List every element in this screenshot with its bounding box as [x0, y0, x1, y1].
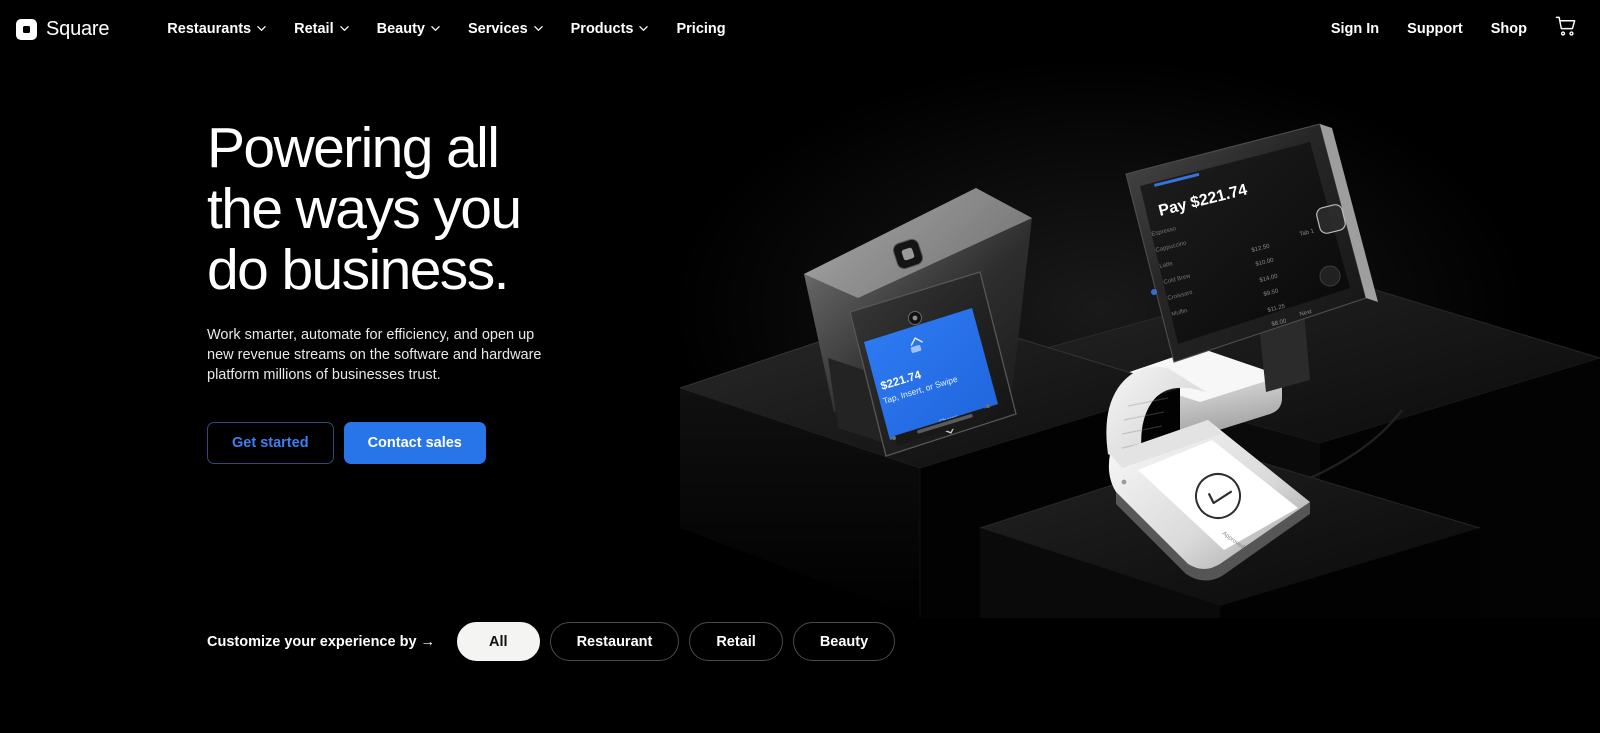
nav-item-label: Beauty: [376, 21, 425, 37]
nav-item-label: Retail: [294, 21, 334, 37]
hero-section: Powering all the ways you do business. W…: [207, 118, 727, 464]
hero-product-photo: Pay $221.74 Espresso Cappuccino Latte Co…: [620, 58, 1600, 618]
chevron-down-icon: [257, 24, 266, 33]
filter-pill-all[interactable]: All: [457, 622, 540, 661]
filter-pill-restaurant[interactable]: Restaurant: [549, 622, 680, 661]
filter-pill-beauty[interactable]: Beauty: [792, 622, 896, 661]
chevron-down-icon: [639, 24, 649, 33]
nav-item-label: Products: [570, 21, 634, 37]
contact-sales-button[interactable]: Contact sales: [343, 422, 486, 464]
filter-bar-label: Customize your experience by →: [207, 633, 436, 650]
brand-name: Square: [46, 17, 110, 40]
cart-button[interactable]: [1541, 9, 1586, 49]
nav-item-sign-in[interactable]: Sign In: [1317, 15, 1393, 43]
nav-item-services[interactable]: Services: [454, 15, 557, 43]
hero-cta-group: Get started Contact sales: [207, 422, 727, 464]
nav-item-label: Restaurants: [167, 21, 252, 37]
nav-item-label: Pricing: [676, 21, 726, 37]
hero-subtitle: Work smarter, automate for efficiency, a…: [207, 327, 542, 383]
shopping-cart-icon: [1555, 15, 1578, 43]
get-started-button[interactable]: Get started: [207, 422, 334, 464]
filter-pill-retail[interactable]: Retail: [689, 622, 783, 661]
nav-item-products[interactable]: Products: [557, 15, 663, 43]
chevron-down-icon: [431, 24, 440, 33]
nav-item-shop[interactable]: Shop: [1477, 15, 1541, 43]
nav-item-support[interactable]: Support: [1393, 15, 1477, 43]
page-root: Square Restaurants Retail Beauty Service…: [0, 0, 1600, 733]
top-navigation-bar: Square Restaurants Retail Beauty Service…: [0, 0, 1600, 58]
chevron-down-icon: [533, 24, 543, 33]
brand-logo-link[interactable]: Square: [16, 18, 109, 41]
chevron-down-icon: [339, 24, 349, 33]
square-logo-icon: [16, 18, 37, 40]
nav-item-beauty[interactable]: Beauty: [363, 15, 454, 43]
primary-nav-list: Restaurants Retail Beauty Services Produ…: [153, 15, 739, 43]
page-title: Powering all the ways you do business.: [207, 116, 522, 302]
secondary-nav-list: Sign In Support Shop: [1317, 9, 1586, 49]
nav-item-restaurants[interactable]: Restaurants: [153, 15, 280, 43]
experience-filter-bar: Customize your experience by → All Resta…: [207, 622, 905, 661]
nav-item-retail[interactable]: Retail: [280, 15, 363, 43]
nav-item-pricing[interactable]: Pricing: [662, 15, 739, 43]
nav-item-label: Services: [467, 21, 528, 37]
